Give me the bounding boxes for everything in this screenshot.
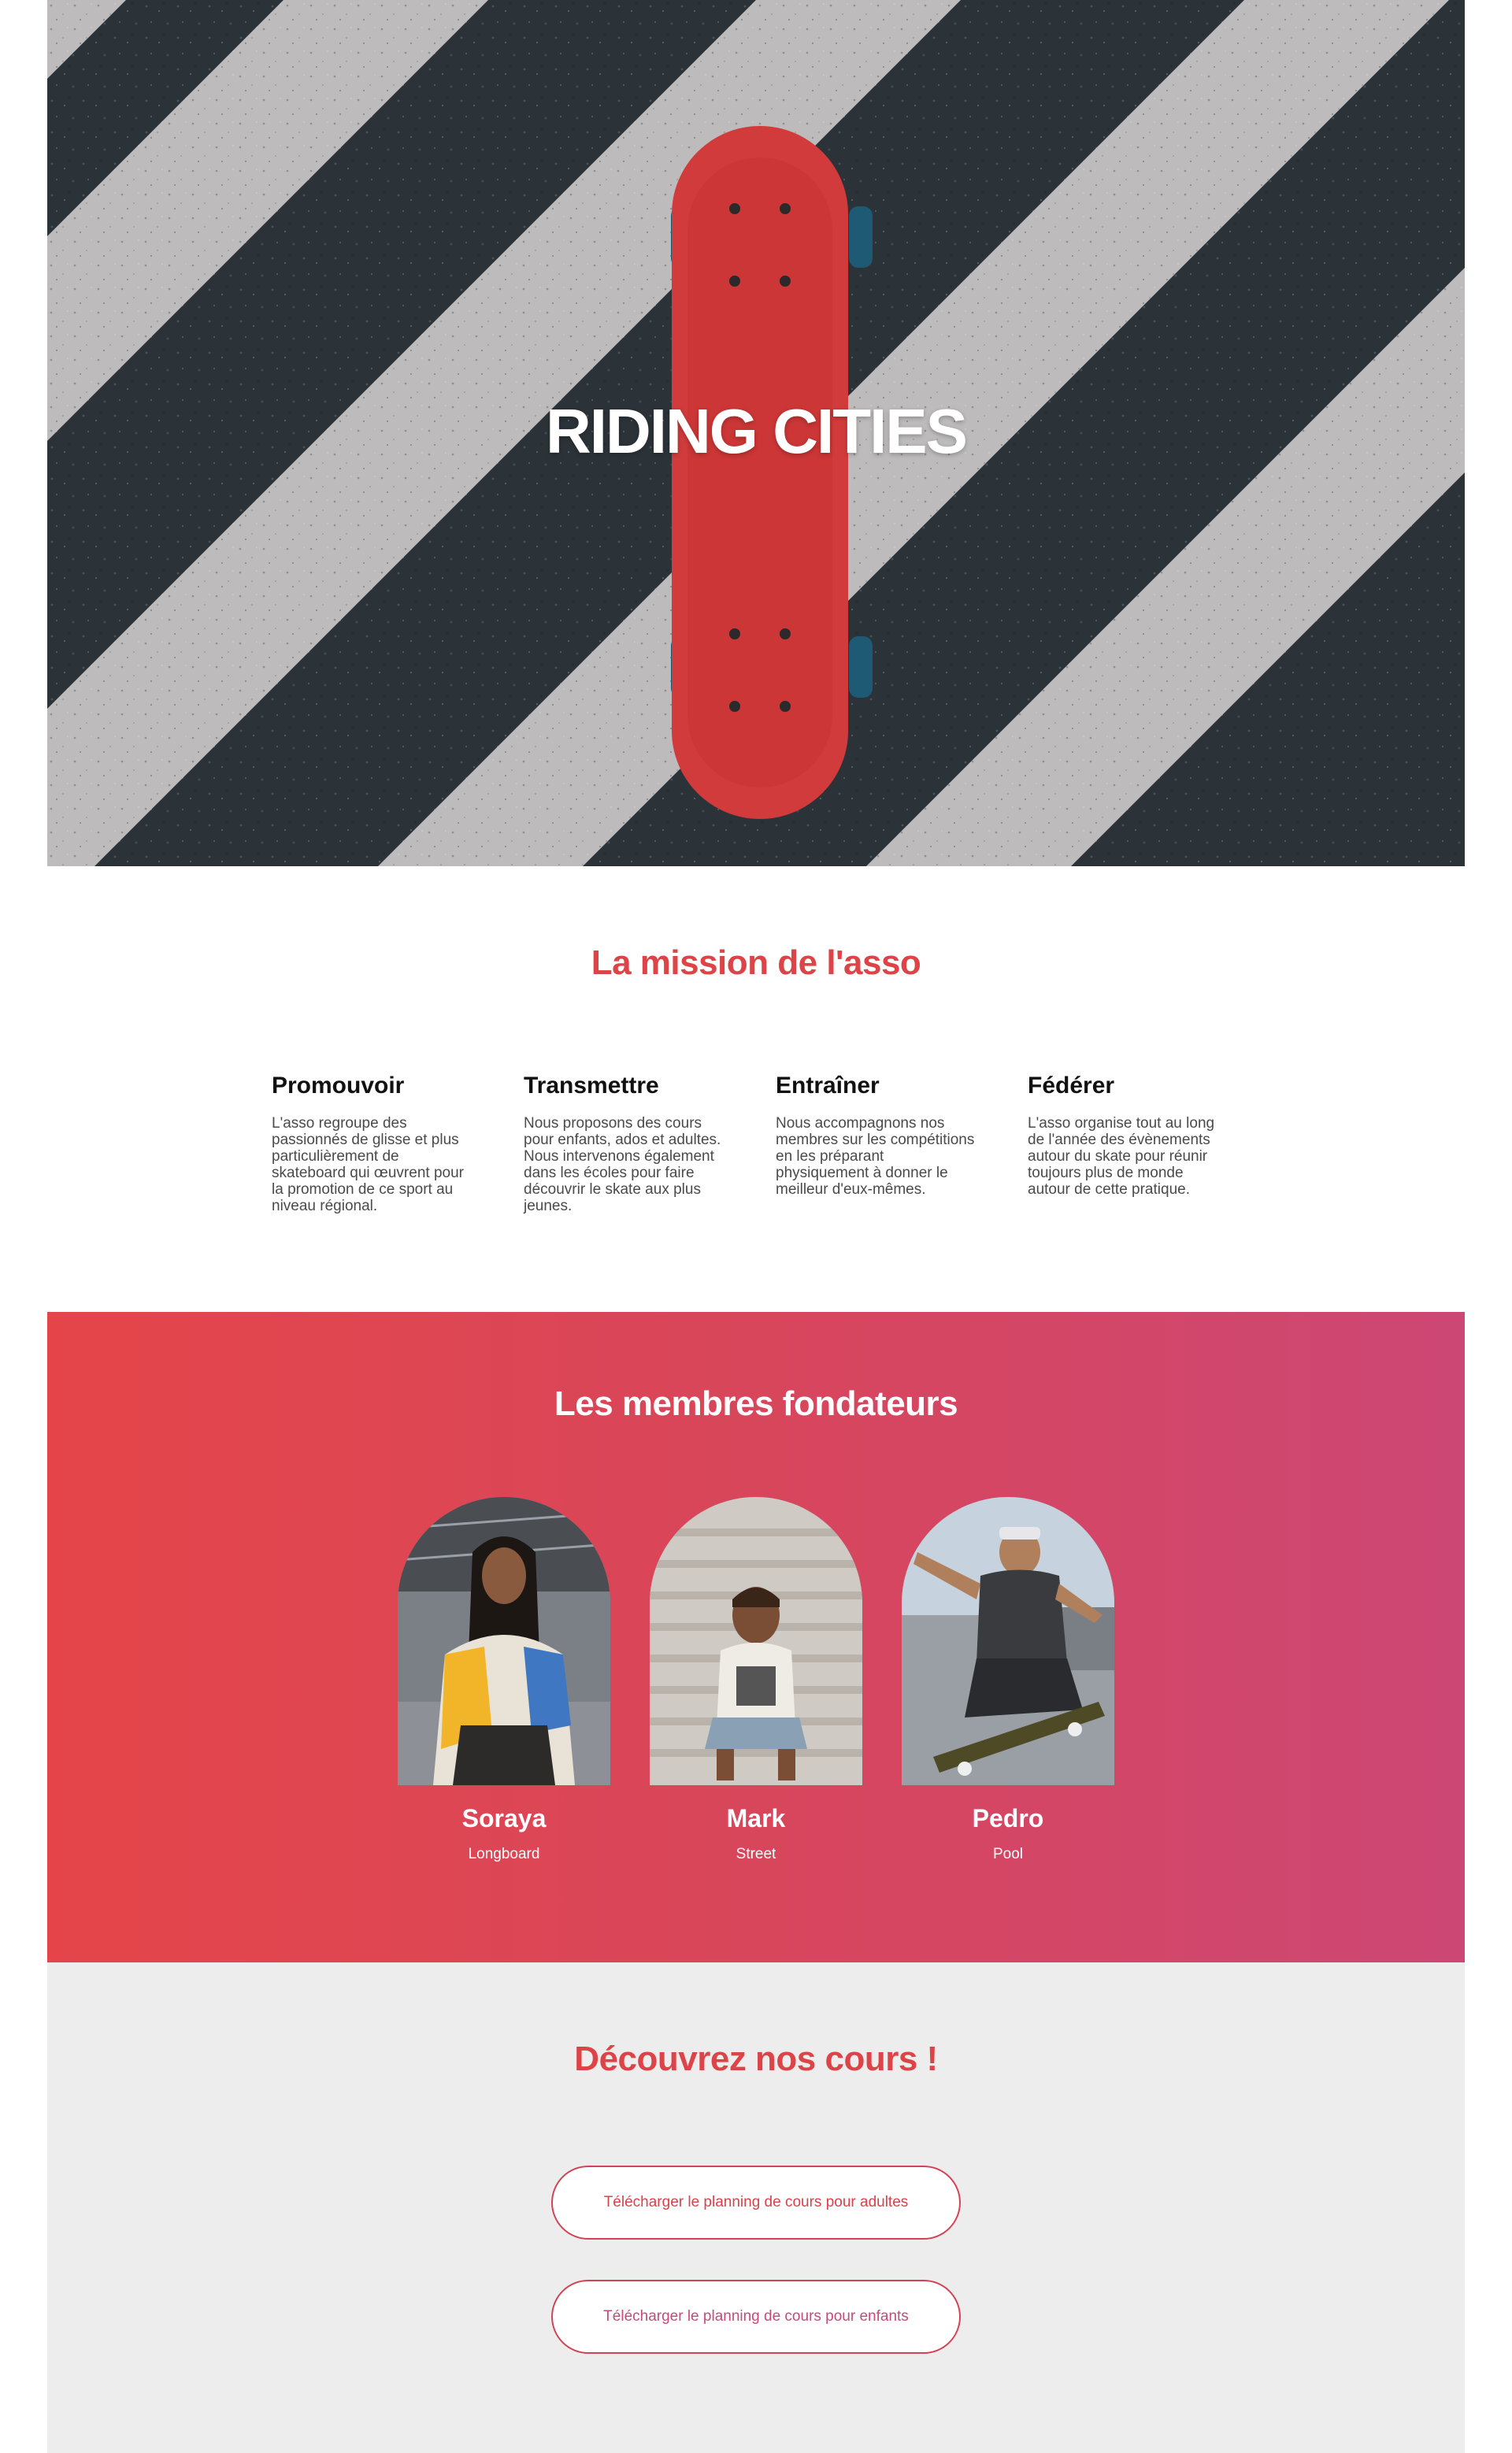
pillar-promouvoir: Promouvoir L'asso regroupe des passionné…: [272, 1073, 473, 1214]
member-photo-soraya: [398, 1497, 610, 1785]
pillar-title: Transmettre: [524, 1073, 659, 1099]
page: RIDING CITIES La mission de l'asso Promo…: [0, 0, 1512, 2453]
pillar-text: L'asso organise tout au long de l'année …: [1028, 1115, 1215, 1198]
member-photo-mark: [650, 1497, 862, 1785]
mission-pillars: Promouvoir L'asso regroupe des passionné…: [272, 1073, 1229, 1214]
pillar-text: Nous accompagnons nos membres sur les co…: [776, 1115, 975, 1198]
hero-banner: RIDING CITIES: [47, 0, 1465, 866]
mission-title: La mission de l'asso: [591, 943, 921, 982]
pillar-title: Fédérer: [1028, 1073, 1115, 1099]
courses-title: Découvrez nos cours !: [574, 2040, 938, 2078]
founders-title: Les membres fondateurs: [554, 1384, 958, 1423]
member-card-pedro: Pedro Pool: [902, 1497, 1114, 1863]
pillar-title: Entraîner: [776, 1073, 880, 1099]
download-kids-schedule-button[interactable]: Télécharger le planning de cours pour en…: [551, 2280, 961, 2354]
hero-title: RIDING CITIES: [545, 396, 968, 466]
member-card-mark: Mark Street: [650, 1497, 862, 1863]
member-style: Pool: [992, 1846, 1024, 1862]
member-name: Mark: [726, 1804, 786, 1832]
mission-section: La mission de l'asso Promouvoir L'asso r…: [47, 866, 1465, 1312]
pillar-entrainer: Entraîner Nous accompagnons nos membres …: [776, 1073, 977, 1214]
member-style: Street: [736, 1846, 776, 1862]
pillar-title: Promouvoir: [272, 1073, 405, 1099]
download-adults-schedule-button[interactable]: Télécharger le planning de cours pour ad…: [551, 2166, 961, 2240]
member-photo-pedro: [902, 1497, 1114, 1785]
founders-section: Les membres fondateurs Soraya Longboard …: [47, 1312, 1465, 1962]
founders-list: Soraya Longboard Mark Street Pedro Pool: [398, 1497, 1114, 1863]
pillar-text: Nous proposons des cours pour enfants, a…: [524, 1115, 721, 1214]
courses-section: Découvrez nos cours ! Télécharger le pla…: [47, 1962, 1465, 2453]
member-name: Soraya: [461, 1804, 547, 1832]
member-name: Pedro: [972, 1804, 1044, 1832]
pillar-federer: Fédérer L'asso organise tout au long de …: [1028, 1073, 1229, 1214]
pillar-text: L'asso regroupe des passionnés de glisse…: [272, 1115, 464, 1214]
pillar-transmettre: Transmettre Nous proposons des cours pou…: [524, 1073, 725, 1214]
member-card-soraya: Soraya Longboard: [398, 1497, 610, 1863]
member-style: Longboard: [468, 1846, 540, 1862]
